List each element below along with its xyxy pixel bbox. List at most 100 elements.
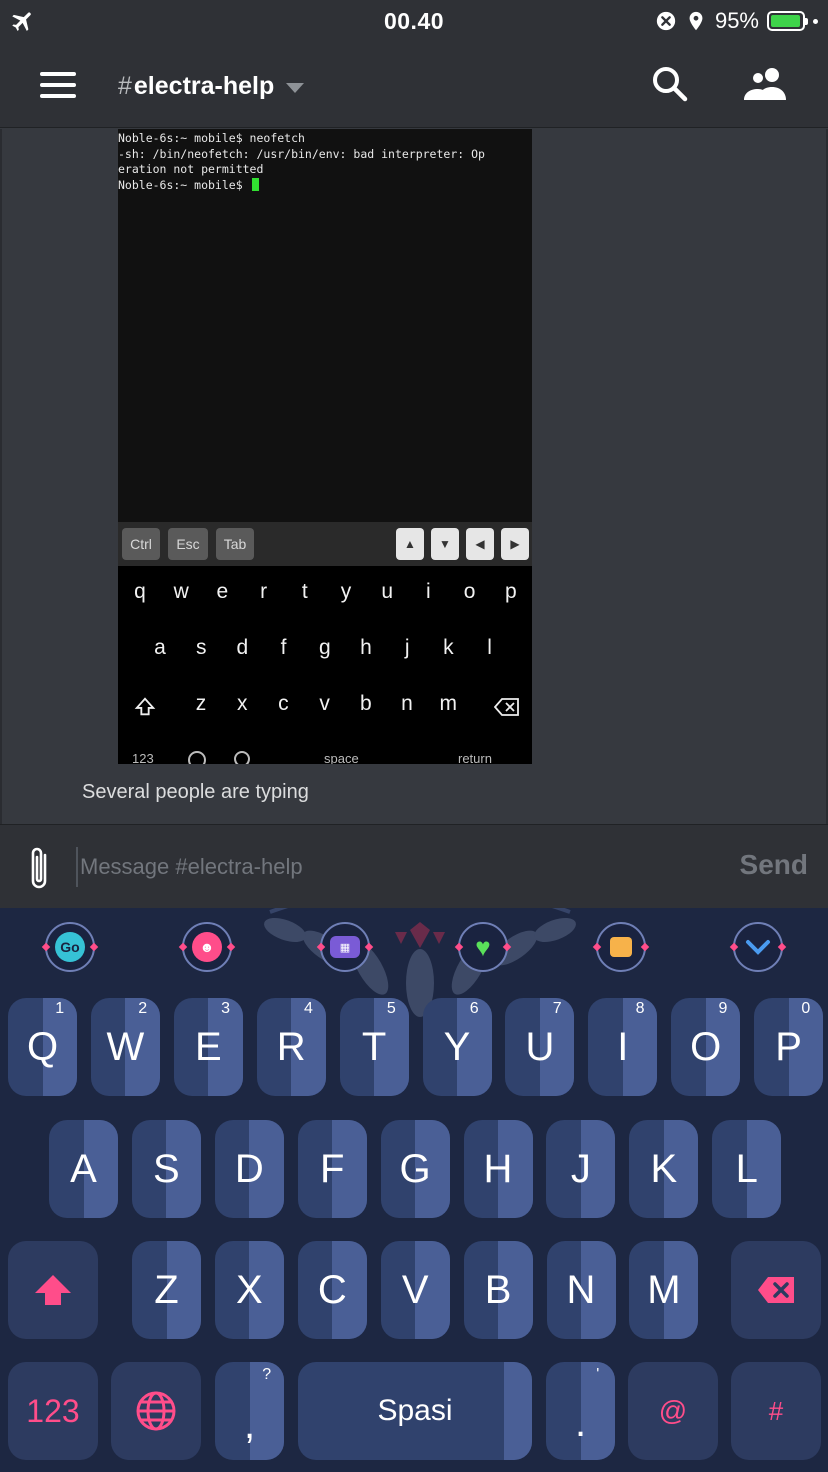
key-a[interactable]: A: [49, 1120, 118, 1218]
terminal-key: i: [426, 580, 431, 603]
key-label: L: [735, 1146, 758, 1191]
shift-key[interactable]: [8, 1241, 98, 1339]
key-t[interactable]: 5T: [339, 998, 409, 1096]
key-n[interactable]: N: [546, 1241, 616, 1339]
period-key[interactable]: ' .: [546, 1362, 615, 1460]
key-label: V: [401, 1267, 429, 1312]
globe-icon: [136, 1391, 176, 1431]
terminal-key: m: [439, 692, 457, 715]
emoji-icon[interactable]: ☻: [182, 922, 232, 972]
key-k[interactable]: K: [629, 1120, 699, 1218]
key-hint: 0: [801, 1000, 811, 1017]
key-m[interactable]: M: [629, 1241, 699, 1339]
battery-icon: [767, 11, 808, 31]
space-key[interactable]: Spasi: [298, 1362, 532, 1460]
key-hint: 2: [138, 1000, 148, 1017]
shift-icon: [134, 697, 156, 716]
globe-key[interactable]: [111, 1362, 201, 1460]
channel-hash: #: [118, 72, 132, 100]
key-q[interactable]: 1Q: [8, 998, 77, 1096]
heart-icon[interactable]: ♥: [458, 922, 508, 972]
shift-icon: [35, 1275, 71, 1305]
key-label: E: [194, 1024, 222, 1069]
key-u[interactable]: 7U: [505, 998, 575, 1096]
terminal-key: w: [173, 580, 189, 603]
terminal-key: k: [443, 636, 454, 659]
terminal-key: z: [195, 692, 207, 715]
key-r[interactable]: 4R: [256, 998, 326, 1096]
key-label: H: [483, 1146, 513, 1191]
terminal-key: l: [487, 636, 492, 659]
terminal-key: j: [404, 636, 410, 659]
chevron-down-icon[interactable]: [733, 922, 783, 972]
key-hint: 3: [221, 1000, 230, 1017]
key-v[interactable]: V: [380, 1241, 450, 1339]
terminal-key: g: [318, 636, 331, 659]
key-s[interactable]: S: [131, 1120, 201, 1218]
key-f[interactable]: F: [297, 1120, 367, 1218]
key-label: M: [647, 1267, 681, 1312]
key-g[interactable]: G: [380, 1120, 450, 1218]
message-list[interactable]: Noble-6s:~ mobile$ neofetch -sh: /bin/neo…: [0, 129, 828, 824]
terminal-key: s: [195, 636, 207, 659]
hash-key[interactable]: #: [731, 1362, 821, 1460]
search-icon[interactable]: [650, 64, 690, 104]
members-icon[interactable]: [742, 64, 790, 104]
keyboard-icon[interactable]: ▦: [320, 922, 370, 972]
key-label: G: [399, 1146, 431, 1191]
key-d[interactable]: D: [214, 1120, 284, 1218]
terminal-key-ctrl: Ctrl: [122, 528, 160, 560]
numbers-key[interactable]: 123: [8, 1362, 98, 1460]
backspace-icon: [494, 698, 519, 716]
shirt-icon[interactable]: [596, 922, 646, 972]
key-o[interactable]: 9O: [671, 998, 741, 1096]
terminal-line: -sh: /bin/neofetch: /usr/bin/env: bad in…: [118, 146, 485, 161]
terminal-line: Noble-6s:~ mobile$ neofetch: [118, 131, 305, 145]
key-l[interactable]: L: [712, 1120, 782, 1218]
key-hint: 9: [718, 1000, 728, 1017]
at-key[interactable]: @: [628, 1362, 718, 1460]
send-button[interactable]: Send: [740, 849, 808, 881]
key-i[interactable]: 8I: [588, 998, 658, 1096]
terminal-arrow-right: ▶: [501, 528, 529, 560]
key-c[interactable]: C: [297, 1241, 367, 1339]
key-label: Z: [154, 1267, 179, 1312]
message-input[interactable]: [76, 847, 696, 887]
status-dot: [813, 18, 818, 24]
go-icon[interactable]: Go: [45, 922, 95, 972]
terminal-key-return: return: [458, 751, 492, 764]
key-p[interactable]: 0P: [754, 998, 824, 1096]
key-label: T: [361, 1024, 387, 1069]
emoji-icon: [234, 751, 250, 764]
key-label: A: [70, 1146, 97, 1191]
attachment-image[interactable]: Noble-6s:~ mobile$ neofetch -sh: /bin/neo…: [118, 129, 532, 764]
terminal-key: e: [216, 580, 229, 603]
terminal-key: b: [359, 692, 372, 715]
key-e[interactable]: 3E: [173, 998, 243, 1096]
paperclip-icon[interactable]: [24, 843, 54, 891]
key-w[interactable]: 2W: [90, 998, 160, 1096]
key-b[interactable]: B: [463, 1241, 533, 1339]
key-z[interactable]: Z: [132, 1241, 201, 1339]
chevron-down-icon: [286, 82, 305, 93]
terminal-arrow-up: ▲: [396, 528, 424, 560]
key-y[interactable]: 6Y: [422, 998, 492, 1096]
key-x[interactable]: X: [214, 1241, 284, 1339]
key-h[interactable]: H: [463, 1120, 533, 1218]
terminal-line: Noble-6s:~ mobile$: [118, 177, 250, 192]
terminal-key-123: 123: [132, 751, 154, 764]
key-j[interactable]: J: [546, 1120, 616, 1218]
key-label: D: [234, 1146, 264, 1191]
channel-title[interactable]: # electra-help: [118, 72, 305, 101]
period-key-hint: ': [596, 1366, 600, 1383]
key-label: J: [570, 1146, 591, 1191]
backspace-key[interactable]: [731, 1241, 821, 1339]
key-hint: 8: [635, 1000, 645, 1017]
comma-key[interactable]: ? ,: [215, 1362, 284, 1460]
menu-icon[interactable]: [40, 72, 76, 98]
at-key-label: @: [658, 1395, 688, 1426]
message-composer: Send: [0, 824, 828, 908]
terminal-key: n: [401, 692, 413, 715]
key-label: P: [775, 1024, 802, 1069]
key-hint: 5: [386, 1000, 396, 1017]
